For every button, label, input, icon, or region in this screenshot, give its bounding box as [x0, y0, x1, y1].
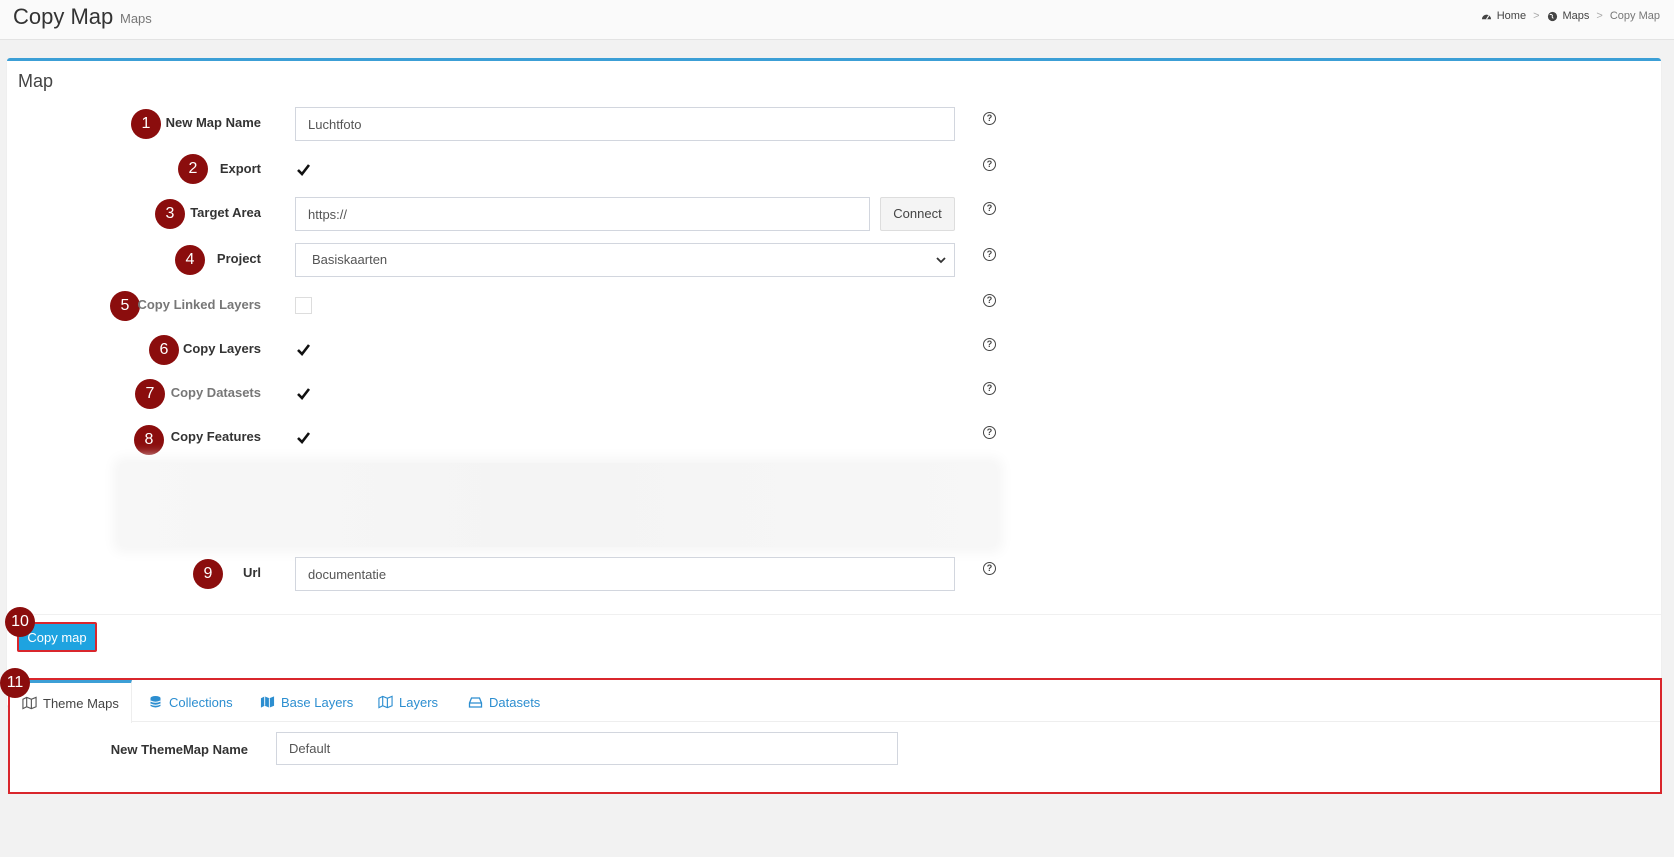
export-checkbox[interactable] — [295, 161, 312, 178]
step-badge: 2 — [178, 154, 208, 184]
help-icon[interactable]: ? — [983, 294, 996, 307]
step-badge: 5 — [110, 291, 140, 321]
copy-linked-layers-row: 5 Copy Linked Layers ? — [7, 289, 1661, 323]
map-icon — [22, 696, 37, 710]
connect-button[interactable]: Connect — [880, 197, 955, 231]
checkmark-icon — [297, 344, 311, 356]
page-header: Copy Map Maps Home > Maps > Copy Map — [0, 0, 1674, 40]
page-subtitle: Maps — [120, 11, 152, 26]
target-area-input[interactable] — [295, 197, 870, 231]
help-icon[interactable]: ? — [983, 202, 996, 215]
url-row: 9 Url ? — [7, 557, 1661, 591]
tab-layers[interactable]: Layers — [378, 682, 438, 722]
database-icon — [150, 696, 161, 708]
globe-icon — [1547, 11, 1557, 21]
copy-datasets-checkbox[interactable] — [295, 385, 312, 402]
checkmark-icon — [297, 432, 311, 444]
breadcrumb-current: Copy Map — [1609, 10, 1660, 22]
tab-label: Theme Maps — [43, 695, 119, 711]
tab-label: Collections — [169, 694, 233, 710]
breadcrumb-home[interactable]: Home — [1497, 10, 1526, 22]
project-label: Project — [216, 251, 261, 266]
box-title: Map — [18, 71, 54, 91]
project-row: 4 Project Basiskaarten ? — [7, 243, 1661, 277]
new-map-name-input[interactable] — [295, 107, 955, 141]
copy-linked-layers-checkbox[interactable] — [295, 297, 312, 314]
step-badge: 7 — [135, 379, 165, 409]
target-area-row: 3 Target Area Connect ? — [7, 197, 1661, 231]
help-icon[interactable]: ? — [983, 382, 996, 395]
tab-label: Datasets — [489, 694, 541, 710]
step-badge: 4 — [175, 245, 205, 275]
project-selected-value: Basiskaarten — [312, 252, 388, 267]
drive-icon — [468, 697, 483, 708]
copy-linked-layers-label: Copy Linked Layers — [137, 297, 261, 312]
copy-features-checkbox[interactable] — [295, 429, 312, 446]
new-map-name-row: 1 New Map Name ? — [7, 107, 1661, 141]
tab-datasets[interactable]: Datasets — [468, 682, 540, 722]
copy-layers-label: Copy Layers — [182, 341, 261, 356]
export-row: 2 Export ? — [7, 153, 1661, 187]
copy-layers-checkbox[interactable] — [295, 341, 312, 358]
tab-label: Layers — [399, 694, 439, 710]
breadcrumb-separator: > — [1596, 10, 1603, 22]
map-icon — [378, 695, 393, 709]
step-badge: 10 — [5, 607, 35, 637]
url-label: Url — [242, 565, 261, 580]
map-form-box: Map 1 New Map Name ? 2 Export ? 3 Target… — [7, 58, 1661, 707]
map-filled-icon — [260, 696, 275, 708]
help-icon[interactable]: ? — [983, 112, 996, 125]
copy-datasets-row: 7 Copy Datasets ? — [7, 377, 1661, 411]
tab-bar: Theme Maps Collections Base Layers Layer… — [10, 680, 1660, 723]
tab-label: Base Layers — [281, 694, 354, 710]
blurred-region — [119, 463, 997, 547]
step-badge: 9 — [193, 559, 223, 589]
breadcrumb-maps[interactable]: Maps — [1563, 10, 1590, 22]
url-input[interactable] — [295, 557, 955, 591]
new-map-name-label: New Map Name — [165, 115, 261, 130]
tab-collections[interactable]: Collections — [148, 682, 233, 722]
copy-layers-row: 6 Copy Layers ? — [7, 333, 1661, 367]
theme-map-name-label: New ThemeMap Name — [110, 742, 248, 757]
target-area-label: Target Area — [190, 205, 261, 220]
step-badge: 1 — [131, 109, 161, 139]
help-icon[interactable]: ? — [983, 426, 996, 439]
help-icon[interactable]: ? — [983, 248, 996, 261]
breadcrumb: Home > Maps > Copy Map — [1481, 10, 1660, 22]
checkmark-icon — [297, 388, 311, 400]
dashboard-icon — [1481, 14, 1491, 20]
copy-datasets-label: Copy Datasets — [170, 385, 261, 400]
copy-features-label: Copy Features — [170, 429, 261, 444]
step-badge: 11 — [0, 668, 30, 698]
help-icon[interactable]: ? — [983, 562, 996, 575]
copy-features-row: 8 Copy Features ? — [7, 421, 1661, 455]
tab-base-layers[interactable]: Base Layers — [260, 682, 353, 722]
chevron-down-icon — [936, 257, 946, 264]
step-badge: 3 — [155, 199, 185, 229]
help-icon[interactable]: ? — [983, 158, 996, 171]
breadcrumb-separator: > — [1533, 10, 1540, 22]
help-icon[interactable]: ? — [983, 338, 996, 351]
checkmark-icon — [297, 164, 311, 176]
export-label: Export — [219, 161, 261, 176]
theme-map-name-input[interactable] — [276, 732, 898, 765]
tabs-panel: Theme Maps Collections Base Layers Layer… — [8, 678, 1662, 794]
step-badge: 8 — [134, 425, 164, 455]
step-badge: 6 — [149, 335, 179, 365]
project-select[interactable]: Basiskaarten — [295, 243, 955, 277]
page-title: Copy Map — [13, 4, 114, 29]
